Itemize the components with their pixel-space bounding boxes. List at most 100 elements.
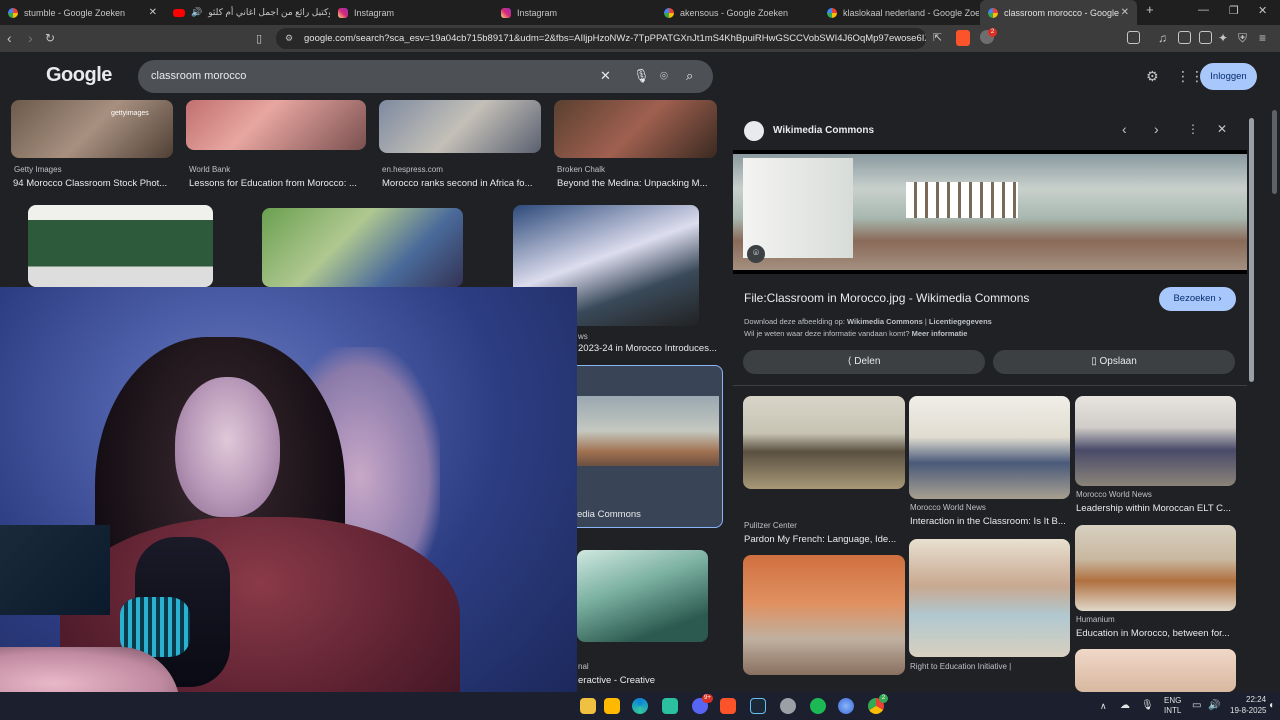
panel-title[interactable]: File:Classroom in Morocco.jpg - Wikimedi…	[744, 291, 1029, 305]
login-button[interactable]: Inloggen	[1200, 63, 1257, 90]
back-icon[interactable]: ‹	[7, 30, 12, 46]
restore-icon[interactable]: ❐	[1229, 4, 1239, 17]
result-source[interactable]: en.hespress.com	[382, 165, 443, 174]
result-source[interactable]: Broken Chalk	[557, 165, 605, 174]
related-image[interactable]	[909, 396, 1070, 499]
reload-icon[interactable]: ↻	[45, 31, 55, 45]
cloud-icon[interactable]: ☁	[1120, 700, 1130, 711]
result-source[interactable]: ws	[578, 332, 588, 341]
close-icon[interactable]: ✕	[149, 7, 157, 18]
new-tab-button[interactable]: +	[1146, 2, 1154, 17]
bookmark-icon[interactable]: ▯	[256, 32, 262, 45]
display-icon[interactable]: ▭	[1192, 700, 1201, 711]
result-title[interactable]: eractive - Creative	[578, 675, 718, 686]
brave-shield-icon[interactable]	[956, 30, 970, 46]
share-button[interactable]: ⟨ Delen	[743, 350, 985, 374]
tab-classroom-morocco[interactable]: classroom morocco - Google Zo ✕	[980, 0, 1137, 25]
next-icon[interactable]: ›	[1154, 121, 1159, 137]
result-image[interactable]	[577, 550, 708, 642]
related-image[interactable]	[743, 396, 905, 489]
microphone-icon[interactable]: 🎙	[1141, 700, 1154, 711]
search-input[interactable]: classroom morocco ✕ 🎙 ⌾ ⌕	[138, 60, 713, 93]
download-link[interactable]: Wikimedia Commons	[847, 317, 923, 326]
settings-icon[interactable]	[780, 698, 796, 714]
menu-icon[interactable]: ≡	[1259, 31, 1266, 45]
tab-klaslokaal[interactable]: klaslokaal nederland - Google Zoek	[819, 0, 979, 25]
related-image[interactable]	[1075, 396, 1236, 486]
spotify-icon[interactable]	[810, 698, 826, 714]
result-image[interactable]	[262, 208, 463, 287]
selected-result-card[interactable]: edia Commons	[560, 365, 723, 528]
lens-icon[interactable]: ⌾	[747, 245, 765, 263]
panel-site-name[interactable]: Wikimedia Commons	[773, 125, 874, 136]
minimize-icon[interactable]: —	[1198, 4, 1209, 16]
result-title[interactable]: Beyond the Medina: Unpacking M...	[557, 178, 717, 189]
search-icon[interactable]: ⌕	[686, 68, 693, 84]
more-options-icon[interactable]: ⋮	[1187, 122, 1199, 136]
brave-icon[interactable]	[720, 698, 736, 714]
tab-stumble[interactable]: stumble - Google Zoeken ✕	[0, 0, 165, 25]
tab-akensous[interactable]: akensous - Google Zoeken	[656, 0, 819, 25]
lens-icon[interactable]: ⌾	[660, 68, 668, 84]
related-source[interactable]: Humanium	[1076, 615, 1115, 624]
more-info-link[interactable]: Meer informatie	[912, 329, 968, 338]
language-indicator[interactable]: ENG	[1164, 696, 1181, 705]
preview-image[interactable]	[733, 154, 1247, 270]
audio-icon[interactable]: 🔊	[191, 7, 202, 18]
license-link[interactable]: Licentiegegevens	[929, 317, 992, 326]
tab-instagram-2[interactable]: Instagram	[493, 0, 656, 25]
related-title[interactable]: Education in Morocco, between for...	[1076, 628, 1236, 639]
clock-time[interactable]: 22:24	[1246, 695, 1266, 704]
result-title[interactable]: Morocco ranks second in Africa fo...	[382, 178, 542, 189]
result-image[interactable]	[379, 100, 541, 153]
leo-icon[interactable]: ✦	[1218, 31, 1228, 45]
notification-icon[interactable]: ◖	[1268, 700, 1274, 711]
panel-scrollbar[interactable]	[1249, 118, 1254, 382]
close-icon[interactable]: ✕	[1121, 7, 1129, 18]
result-source[interactable]: Getty Images	[14, 165, 62, 174]
reader-icon[interactable]	[1178, 31, 1191, 44]
result-title[interactable]: Lessons for Education from Morocco: ...	[189, 178, 364, 189]
google-logo[interactable]: Google	[46, 64, 112, 87]
related-image[interactable]	[743, 555, 905, 675]
result-source[interactable]: nal	[578, 662, 589, 671]
related-source[interactable]: Right to Education Initiative |	[910, 662, 1011, 671]
gear-icon[interactable]: ⚙	[1146, 68, 1159, 85]
folder-icon[interactable]	[604, 698, 620, 714]
volume-icon[interactable]: 🔊	[1208, 700, 1220, 711]
microphone-icon[interactable]: 🎙	[633, 68, 650, 84]
related-image[interactable]	[1075, 649, 1236, 692]
clock-date[interactable]: 19-8-2025	[1230, 706, 1266, 715]
result-image[interactable]	[554, 100, 717, 158]
related-title[interactable]: Leadership within Moroccan ELT C...	[1076, 503, 1236, 514]
related-source[interactable]: Morocco World News	[1076, 490, 1152, 499]
result-image[interactable]: gettyimages	[11, 100, 173, 158]
file-explorer-icon[interactable]	[580, 698, 596, 714]
visit-button[interactable]: Bezoeken ›	[1159, 287, 1236, 311]
result-source[interactable]: World Bank	[189, 165, 230, 174]
edge-icon[interactable]	[632, 698, 648, 714]
site-info-icon[interactable]: ⚙	[285, 33, 293, 44]
media-icon[interactable]: ♫	[1158, 31, 1167, 45]
related-image[interactable]	[1075, 525, 1236, 611]
address-bar[interactable]: ⚙ google.com/search?sca_esv=19a04cb715b8…	[276, 28, 926, 49]
globe-icon[interactable]	[838, 698, 854, 714]
page-scrollbar[interactable]	[1272, 110, 1277, 194]
result-title[interactable]: 2023-24 in Morocco Introduces...	[578, 343, 718, 354]
store-icon[interactable]	[662, 698, 678, 714]
result-image[interactable]	[577, 396, 719, 466]
window-close-icon[interactable]: ✕	[1258, 4, 1267, 17]
related-title[interactable]: Pardon My French: Language, Ide...	[744, 534, 904, 545]
sidebar-icon[interactable]	[1127, 31, 1140, 44]
related-image[interactable]	[909, 539, 1070, 657]
related-source[interactable]: Morocco World News	[910, 503, 986, 512]
result-title[interactable]: 94 Morocco Classroom Stock Phot...	[13, 178, 173, 189]
close-icon[interactable]: ✕	[1217, 122, 1227, 136]
tray-overflow-icon[interactable]: ∧	[1100, 701, 1107, 712]
clear-icon[interactable]: ✕	[600, 68, 611, 84]
wallet-icon[interactable]	[1199, 31, 1212, 44]
tab-youtube[interactable]: 🔊 كوكتيل رائع من اجمل اغاني أم كلثو	[165, 0, 330, 25]
related-title[interactable]: Interaction in the Classroom: Is It B...	[910, 516, 1070, 527]
related-source[interactable]: Pulitzer Center	[744, 521, 797, 530]
result-image[interactable]	[28, 205, 213, 287]
